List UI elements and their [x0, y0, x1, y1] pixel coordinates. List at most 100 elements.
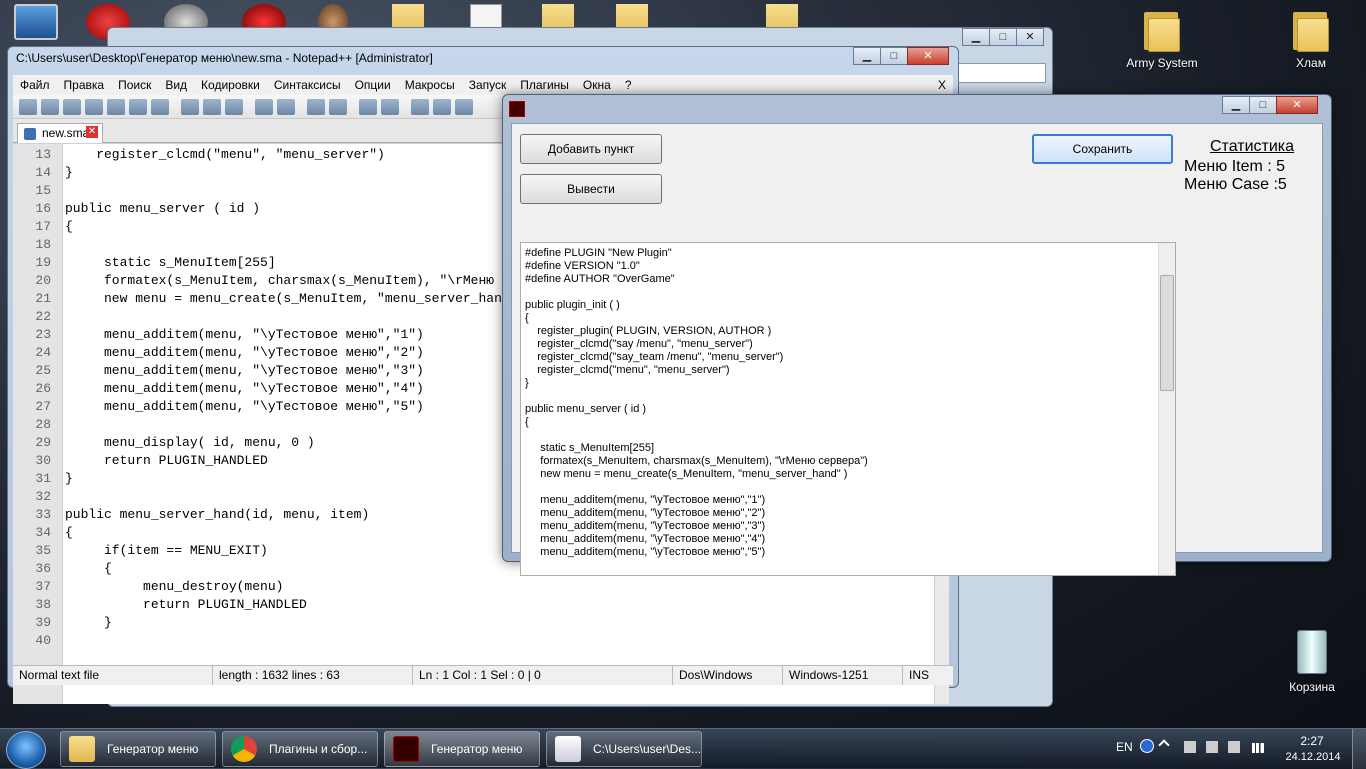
chrome-icon — [231, 736, 257, 762]
line-text: { — [65, 561, 112, 576]
paste-icon[interactable] — [225, 98, 243, 115]
line-number: 14 — [35, 165, 51, 180]
menu-settings[interactable]: Опции — [348, 78, 398, 92]
new-file-icon[interactable] — [19, 98, 37, 115]
minimize-button[interactable]: ▁ — [962, 28, 990, 46]
taskbar-item-chrome[interactable]: Плагины и сбор... — [222, 731, 378, 767]
menu-run[interactable]: Запуск — [462, 78, 514, 92]
line-text: menu_additem(menu, "\yТестовое меню","5"… — [65, 399, 424, 414]
sync-scroll-icon[interactable] — [411, 98, 429, 115]
menu-encoding[interactable]: Кодировки — [194, 78, 267, 92]
find-icon[interactable] — [307, 98, 325, 115]
signal-icon[interactable] — [1252, 743, 1264, 753]
undo-icon[interactable] — [255, 98, 273, 115]
tray-app-icon[interactable] — [1184, 741, 1196, 753]
close-button[interactable]: ✕ — [1276, 96, 1318, 114]
desktop-icon-army-system[interactable]: Army System — [1122, 6, 1202, 70]
textbox-scrollbar[interactable] — [1158, 243, 1175, 575]
desktop-icon-label: Хлам — [1296, 56, 1326, 70]
output-line: public menu_server ( id ) — [525, 403, 647, 415]
desktop-icon-label: Army System — [1126, 56, 1198, 70]
menu-language[interactable]: Синтаксисы — [267, 78, 348, 92]
stats-title: Статистика — [1210, 138, 1295, 155]
desktop-icon-recycle-bin[interactable]: Корзина — [1272, 630, 1352, 694]
output-button[interactable]: Вывести — [520, 174, 662, 204]
line-number: 25 — [35, 363, 51, 378]
print-icon[interactable] — [151, 98, 169, 115]
save-icon[interactable] — [63, 98, 81, 115]
gen-app-icon — [393, 736, 419, 762]
replace-icon[interactable] — [329, 98, 347, 115]
network-icon[interactable] — [1206, 741, 1218, 753]
line-text: { — [65, 219, 73, 234]
menu-macro[interactable]: Макросы — [398, 78, 462, 92]
menu-file[interactable]: Файл — [13, 78, 57, 92]
scroll-thumb[interactable] — [1160, 275, 1174, 391]
show-desktop-button[interactable] — [1352, 729, 1366, 769]
clock-time[interactable]: 2:27 — [1286, 734, 1338, 748]
menu-search[interactable]: Поиск — [111, 78, 158, 92]
line-number: 29 — [35, 435, 51, 450]
output-line: menu_additem(menu, "\yТестовое меню","1"… — [525, 494, 766, 506]
stat-menu-item: Меню Item : 5 — [1184, 158, 1286, 175]
close-tab-icon[interactable]: ✕ — [86, 126, 98, 138]
line-text: public menu_server_hand(id, menu, item) — [65, 507, 370, 522]
line-number: 28 — [35, 417, 51, 432]
taskbar-item-notepadpp[interactable]: C:\Users\user\Des... — [546, 731, 702, 767]
menu-view[interactable]: Вид — [158, 78, 194, 92]
help-icon[interactable] — [1140, 739, 1154, 753]
start-button[interactable] — [6, 731, 46, 769]
language-indicator[interactable]: EN — [1116, 740, 1133, 754]
folder-icon — [1291, 6, 1331, 52]
line-text: if(item == MENU_EXIT) — [65, 543, 268, 558]
desktop-icon-hlam[interactable]: Хлам — [1271, 6, 1351, 70]
word-wrap-icon[interactable] — [433, 98, 451, 115]
indent-guide-icon[interactable] — [455, 98, 473, 115]
zoom-in-icon[interactable] — [359, 98, 377, 115]
minimize-button[interactable]: ▁ — [853, 47, 881, 65]
output-textbox[interactable]: #define PLUGIN "New Plugin" #define VERSI… — [520, 242, 1176, 576]
minimize-button[interactable]: ▁ — [1222, 96, 1250, 114]
close-file-icon[interactable] — [107, 98, 125, 115]
save-button[interactable]: Сохранить — [1032, 134, 1173, 164]
redo-icon[interactable] — [277, 98, 295, 115]
volume-icon[interactable] — [1228, 741, 1240, 753]
menu-edit[interactable]: Правка — [57, 78, 112, 92]
close-all-icon[interactable] — [129, 98, 147, 115]
menu-plugins[interactable]: Плагины — [513, 78, 576, 92]
code-line: 40 — [13, 632, 943, 650]
output-line: menu_additem(menu, "\yТестовое меню","2"… — [525, 507, 766, 519]
output-line: register_clcmd("say /menu", "menu_server… — [525, 338, 753, 350]
taskbar-item-generator[interactable]: Генератор меню — [384, 731, 540, 767]
computer-icon[interactable] — [14, 4, 58, 40]
copy-icon[interactable] — [203, 98, 221, 115]
save-all-icon[interactable] — [85, 98, 103, 115]
code-line: 37 menu_destroy(menu) — [13, 578, 943, 596]
maximize-button[interactable]: □ — [880, 47, 908, 65]
output-line: register_plugin( PLUGIN, VERSION, AUTHOR… — [525, 325, 772, 337]
maximize-button[interactable]: □ — [989, 28, 1017, 46]
line-number: 37 — [35, 579, 51, 594]
menu-help[interactable]: ? — [618, 78, 639, 92]
tab-new-sma[interactable]: new.sma ✕ — [17, 123, 103, 143]
maximize-button[interactable]: □ — [1249, 96, 1277, 114]
taskbar-item-folder[interactable]: Генератор меню — [60, 731, 216, 767]
gen-app-icon — [509, 101, 525, 117]
menu-window[interactable]: Окна — [576, 78, 618, 92]
open-file-icon[interactable] — [41, 98, 59, 115]
close-button[interactable]: ✕ — [907, 47, 949, 65]
line-text: menu_additem(menu, "\yТестовое меню","2"… — [65, 345, 424, 360]
line-number: 21 — [35, 291, 51, 306]
output-line: new menu = menu_create(s_MenuItem, "menu… — [525, 468, 848, 480]
cut-icon[interactable] — [181, 98, 199, 115]
menu-close-doc[interactable]: X — [931, 78, 953, 92]
line-number: 33 — [35, 507, 51, 522]
add-item-button[interactable]: Добавить пункт — [520, 134, 662, 164]
output-line: { — [525, 416, 529, 428]
clock-date[interactable]: 24.12.2014 — [1282, 751, 1344, 763]
tray-expand-icon[interactable] — [1158, 739, 1170, 751]
zoom-out-icon[interactable] — [381, 98, 399, 115]
close-button[interactable]: ✕ — [1016, 28, 1044, 46]
desktop-icon-label: Корзина — [1289, 680, 1335, 694]
line-text: } — [65, 471, 73, 486]
